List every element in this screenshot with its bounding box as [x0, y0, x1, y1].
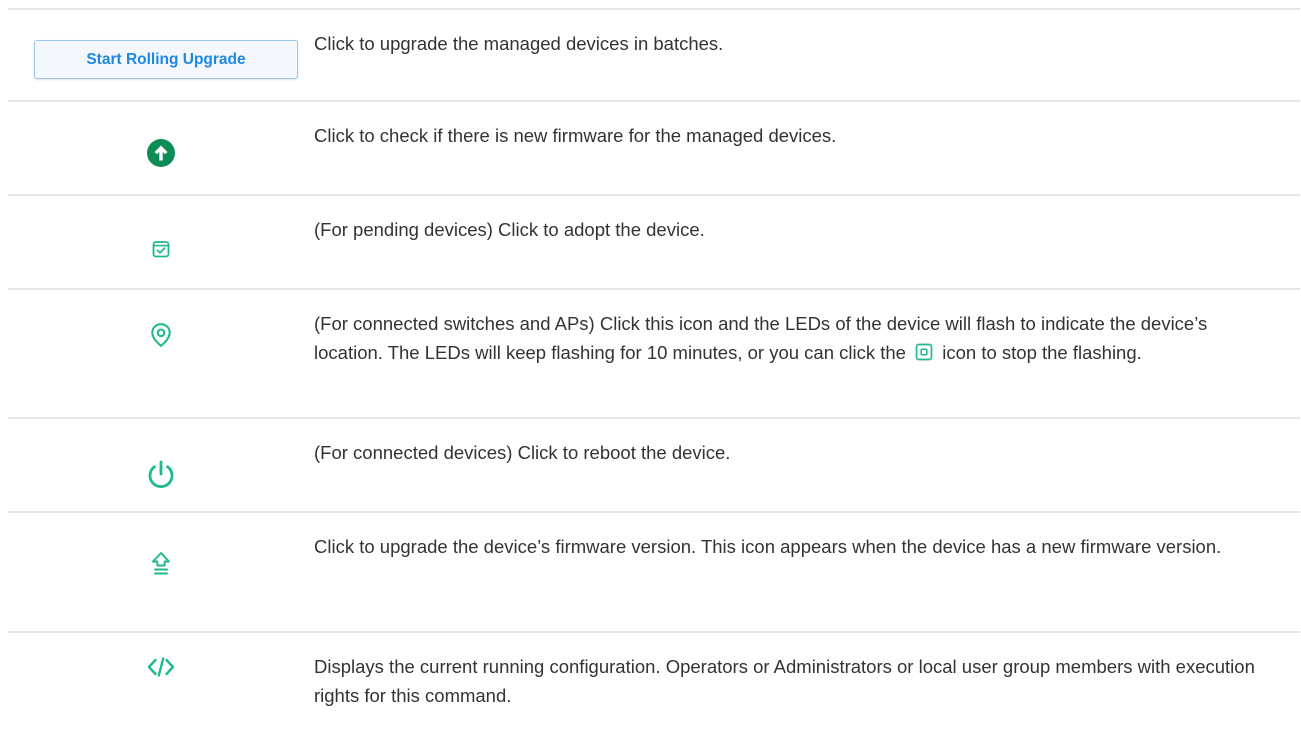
icon-cell — [8, 419, 314, 511]
icon-cell — [8, 290, 314, 417]
description-text: Click to upgrade the device’s firmware v… — [314, 536, 1222, 557]
description-text: Displays the current running configurati… — [314, 656, 1255, 706]
table-row: (For connected devices) Click to reboot … — [8, 419, 1300, 513]
description-cell: Displays the current running configurati… — [314, 633, 1300, 731]
locate-icon[interactable] — [149, 322, 173, 348]
start-rolling-upgrade-button[interactable]: Start Rolling Upgrade — [34, 40, 298, 79]
table-row: Click to upgrade the device’s firmware v… — [8, 513, 1300, 633]
icon-cell — [8, 633, 314, 731]
description-text: (For pending devices) Click to adopt the… — [314, 219, 705, 240]
table-row: (For connected switches and APs) Click t… — [8, 290, 1300, 419]
description-text: Click to upgrade the managed devices in … — [314, 33, 724, 54]
table-row: Displays the current running configurati… — [8, 633, 1300, 731]
table-row: Click to check if there is new firmware … — [8, 102, 1300, 196]
adopt-icon[interactable] — [151, 239, 171, 259]
description-cell: Click to upgrade the managed devices in … — [314, 10, 1300, 100]
table-row: (For pending devices) Click to adopt the… — [8, 196, 1300, 290]
description-cell: (For connected devices) Click to reboot … — [314, 419, 1300, 511]
code-icon[interactable] — [146, 655, 176, 679]
firmware-upgrade-icon[interactable] — [150, 551, 172, 577]
check-upgrade-icon[interactable] — [146, 138, 176, 168]
icon-cell — [8, 196, 314, 288]
description-cell: Click to check if there is new firmware … — [314, 102, 1300, 194]
description-cell: (For connected switches and APs) Click t… — [314, 290, 1300, 417]
description-cell: (For pending devices) Click to adopt the… — [314, 196, 1300, 288]
icon-cell — [8, 513, 314, 631]
icon-cell — [8, 102, 314, 194]
description-text: (For connected switches and APs) Click t… — [314, 309, 1280, 367]
stop-icon[interactable] — [915, 343, 933, 361]
reboot-icon[interactable] — [145, 459, 177, 491]
description-text: Click to check if there is new firmware … — [314, 125, 837, 146]
table-row: Start Rolling Upgrade Click to upgrade t… — [8, 10, 1300, 102]
description-cell: Click to upgrade the device’s firmware v… — [314, 513, 1300, 631]
description-text-after: icon to stop the flashing. — [942, 342, 1142, 363]
icon-reference-table: Start Rolling Upgrade Click to upgrade t… — [8, 8, 1300, 731]
description-text: (For connected devices) Click to reboot … — [314, 442, 731, 463]
icon-cell: Start Rolling Upgrade — [8, 10, 314, 100]
